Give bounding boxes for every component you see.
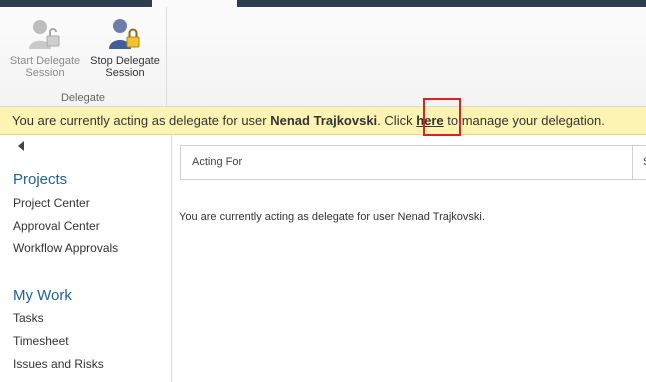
nav-item-project-center[interactable]: Project Center [13,196,90,210]
delegation-grid-header: Acting For S [180,145,646,180]
stop-delegate-label-line2: Session [105,67,145,79]
delegation-status-banner: You are currently acting as delegate for… [0,107,646,135]
banner-suffix: to manage your delegation. [443,113,605,128]
banner-mid: . Click [377,113,417,128]
active-ribbon-tab[interactable] [152,0,237,7]
nav-item-issues-and-risks[interactable]: Issues and Risks [13,357,104,371]
ribbon-group-label: Delegate [60,92,106,104]
banner-text: You are currently acting as delegate for… [12,107,605,134]
delegate-group: Start Delegate Session Stop Delegate Ses… [0,7,167,106]
stop-delegate-session-button[interactable]: Stop Delegate Session [86,16,164,92]
left-navigation: Projects Project Center Approval Center … [0,135,172,382]
nav-item-tasks[interactable]: Tasks [13,311,44,325]
delegation-message: You are currently acting as delegate for… [179,211,485,223]
banner-prefix: You are currently acting as delegate for… [12,113,271,128]
top-bar [0,0,646,7]
nav-heading-my-work[interactable]: My Work [13,287,72,304]
column-divider[interactable] [632,146,633,179]
nav-item-workflow-approvals[interactable]: Workflow Approvals [13,241,118,255]
nav-item-timesheet[interactable]: Timesheet [13,334,69,348]
ribbon: Start Delegate Session Stop Delegate Ses… [0,7,646,107]
start-delegate-label-line2: Session [25,67,65,79]
nav-item-approval-center[interactable]: Approval Center [13,219,100,233]
start-delegate-label-line1: Start Delegate [9,55,81,67]
collapse-nav-icon[interactable] [18,141,24,151]
start-delegate-session-button[interactable]: Start Delegate Session [4,16,86,92]
user-lock-icon [109,19,140,49]
manage-delegation-link[interactable]: here [416,113,443,128]
user-unlock-icon [29,20,60,49]
banner-user: Nenad Trajkovski [270,113,378,128]
nav-heading-projects[interactable]: Projects [13,171,67,188]
column-header-acting-for[interactable]: Acting For [192,146,242,179]
stop-delegate-label-line1: Stop Delegate [90,55,160,67]
